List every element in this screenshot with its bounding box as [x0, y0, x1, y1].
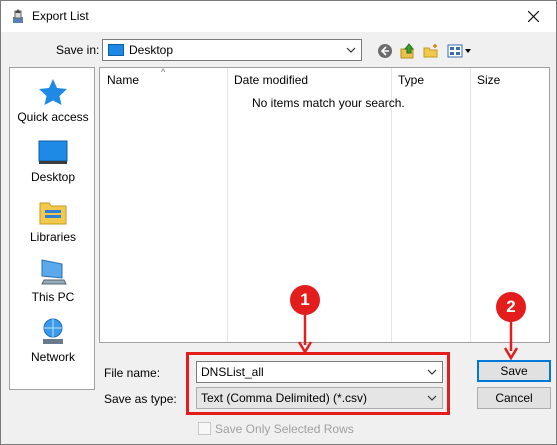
title-bar: Export List — [1, 1, 556, 32]
places-sidebar: Quick access Desktop Libraries This PC N… — [9, 67, 95, 390]
export-list-dialog: Export List Save in: Desktop Quick acces… — [0, 0, 557, 445]
place-label: This PC — [31, 290, 75, 304]
save-selected-rows-option[interactable]: Save Only Selected Rows — [198, 422, 354, 436]
chevron-down-icon — [346, 47, 356, 53]
column-header-size[interactable]: Size — [477, 73, 500, 87]
app-icon — [13, 9, 23, 23]
file-name-label: File name: — [104, 366, 161, 380]
new-folder-icon — [423, 44, 438, 58]
place-this-pc[interactable]: This PC — [10, 258, 96, 304]
column-divider[interactable] — [227, 68, 228, 342]
place-network[interactable]: Network — [10, 318, 96, 364]
save-button[interactable]: Save — [477, 360, 551, 382]
place-label: Desktop — [30, 170, 76, 184]
place-libraries[interactable]: Libraries — [10, 198, 96, 244]
annotation-badge-2: 2 — [496, 292, 526, 322]
save-in-dropdown[interactable]: Desktop — [102, 39, 362, 61]
back-icon — [378, 44, 392, 58]
file-list[interactable]: ^ Name Date modified Type Size No items … — [99, 67, 550, 343]
up-folder-icon — [400, 43, 415, 59]
save-in-label: Save in: — [56, 43, 100, 57]
annotation-arrow-1 — [298, 315, 312, 355]
new-folder-button[interactable] — [421, 41, 441, 61]
annotation-arrow-2 — [504, 322, 518, 360]
annotation-badge-1: 1 — [290, 285, 320, 315]
view-menu-button[interactable] — [446, 41, 474, 61]
save-selected-rows-checkbox[interactable] — [198, 422, 211, 435]
window-title: Export List — [32, 9, 89, 23]
star-icon — [39, 79, 67, 105]
desktop-icon — [38, 140, 68, 164]
back-button[interactable] — [375, 41, 395, 61]
close-icon — [528, 11, 539, 22]
column-header-name[interactable]: Name — [107, 73, 139, 87]
place-label: Libraries — [29, 230, 77, 244]
desktop-folder-icon — [108, 44, 124, 56]
place-label: Quick access — [17, 110, 89, 124]
close-button[interactable] — [511, 1, 556, 32]
pc-icon — [41, 259, 67, 285]
column-divider[interactable] — [470, 68, 471, 342]
column-header-type[interactable]: Type — [398, 73, 424, 87]
up-folder-button[interactable] — [398, 41, 418, 61]
view-menu-icon — [447, 44, 471, 58]
place-label: Network — [30, 350, 75, 364]
save-selected-rows-label: Save Only Selected Rows — [215, 422, 354, 436]
save-in-value: Desktop — [129, 43, 174, 57]
place-desktop[interactable]: Desktop — [10, 138, 96, 184]
network-icon — [43, 318, 63, 344]
save-as-type-label: Save as type: — [104, 392, 177, 406]
place-quick-access[interactable]: Quick access — [10, 78, 96, 124]
cancel-button[interactable]: Cancel — [477, 387, 551, 409]
libraries-icon — [39, 202, 67, 225]
empty-message: No items match your search. — [252, 96, 405, 110]
column-header-date-modified[interactable]: Date modified — [234, 73, 308, 87]
annotation-highlight-box — [186, 352, 450, 415]
sort-ascending-icon: ^ — [161, 67, 166, 77]
